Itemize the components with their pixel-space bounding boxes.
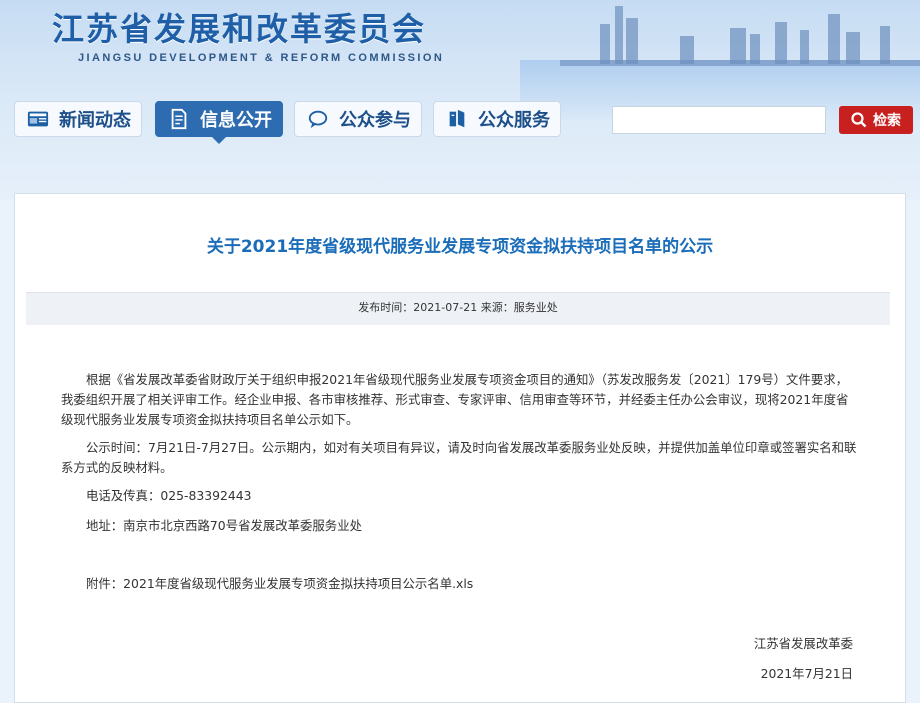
article-paragraph: 公示时间：7月21日-7月27日。公示期内，如对有关项目有异议，请及时向省发展改… — [61, 440, 857, 475]
nav-news-label: 新闻动态 — [59, 110, 131, 131]
article-title: 关于2021年度省级现代服务业发展专项资金拟扶持项目名单的公示 — [206, 237, 714, 257]
nav-news[interactable]: 新闻动态 — [14, 101, 142, 137]
search-button-label: 检索 — [873, 113, 901, 129]
search-button[interactable]: 检索 — [839, 106, 913, 134]
chat-icon — [308, 110, 328, 129]
site-subtitle: JIANGSU DEVELOPMENT & REFORM COMMISSION — [78, 52, 445, 64]
nav-public-service[interactable]: 公众服务 — [433, 101, 561, 137]
nav-info-public-label: 信息公开 — [200, 110, 272, 131]
contact-address: 地址：南京市北京西路70号省发展改革委服务业处 — [86, 518, 362, 533]
news-icon — [27, 111, 49, 127]
article-paragraph: 根据《省发展改革委省财政厅关于组织申报2021年省级现代服务业发展专项资金项目的… — [61, 372, 849, 427]
book-icon — [449, 109, 465, 128]
article-signature: 江苏省发展改革委 — [753, 636, 853, 651]
article-panel: 关于2021年度省级现代服务业发展专项资金拟扶持项目名单的公示 发布时间：202… — [14, 193, 906, 703]
site-title: 江苏省发展和改革委员会 — [52, 10, 427, 48]
search-input[interactable] — [612, 106, 826, 134]
city-skyline-image — [560, 6, 920, 66]
article-body: 根据《省发展改革委省财政厅关于组织申报2021年省级现代服务业发展专项资金项目的… — [61, 370, 857, 594]
article-meta: 发布时间：2021-07-21 来源：服务业处 — [26, 292, 890, 325]
contact-phone: 电话及传真：025-83392443 — [86, 488, 252, 503]
header-banner: 江苏省发展和改革委员会 JIANGSU DEVELOPMENT & REFORM… — [0, 0, 920, 200]
nav-public-service-label: 公众服务 — [478, 110, 550, 131]
nav-public-participation[interactable]: 公众参与 — [294, 101, 422, 137]
search-icon — [851, 112, 867, 128]
article-date: 2021年7月21日 — [760, 666, 853, 681]
nav-public-participation-label: 公众参与 — [339, 110, 411, 131]
nav-info-public[interactable]: 信息公开 — [155, 101, 283, 144]
attachment-link[interactable]: 附件：2021年度省级现代服务业发展专项资金拟扶持项目公示名单.xls — [61, 574, 857, 594]
document-icon — [171, 108, 187, 130]
